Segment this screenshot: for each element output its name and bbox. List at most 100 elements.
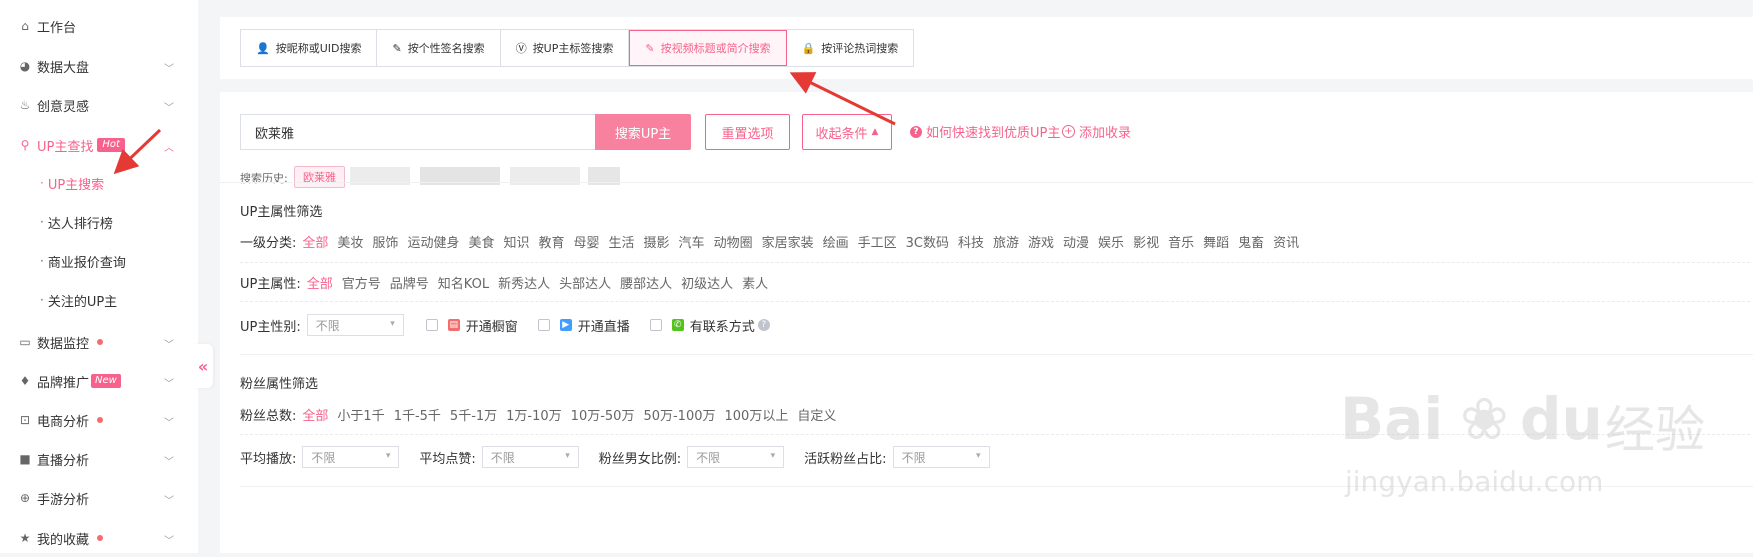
fans-total-option[interactable]: 5千-1万: [450, 405, 497, 424]
category-option[interactable]: 全部: [302, 232, 328, 251]
divider: [220, 182, 1753, 183]
attr-options: 全部 官方号 品牌号 知名KOL 新秀达人 头部达人 腰部达人 初级达人 素人: [307, 273, 777, 292]
category-option[interactable]: 3C数码: [906, 232, 949, 251]
category-option[interactable]: 手工区: [858, 232, 897, 251]
gender-ratio-select[interactable]: 不限 ▾: [687, 446, 785, 468]
fans-total-option[interactable]: 小于1千: [337, 405, 384, 424]
search-mode-card: 👤 按昵称或UID搜索 ✎ 按个性签名搜索 Ⓥ 按UP主标签搜索 ✎ 按视频标题…: [220, 17, 1753, 79]
live-checkbox[interactable]: [537, 319, 550, 331]
category-option[interactable]: 绘画: [823, 232, 849, 251]
attr-option[interactable]: 头部达人: [559, 273, 611, 292]
tv-icon: ▶: [559, 319, 572, 331]
category-option[interactable]: 娱乐: [1098, 232, 1124, 251]
showcase-checkbox[interactable]: [425, 319, 438, 331]
fans-total-option[interactable]: 全部: [302, 405, 328, 424]
active-ratio-select[interactable]: 不限 ▾: [892, 446, 990, 468]
fans-total-option[interactable]: 自定义: [797, 405, 836, 424]
fans-total-option[interactable]: 50万-100万: [643, 405, 715, 424]
category-option[interactable]: 教育: [538, 232, 564, 251]
category-option[interactable]: 运动健身: [407, 232, 459, 251]
category-option[interactable]: 旅游: [993, 232, 1019, 251]
sidebar-collapse-button[interactable]: «: [193, 344, 213, 388]
tab-comment-keywords[interactable]: 🔒 按评论热词搜索: [787, 30, 914, 66]
attr-option[interactable]: 知名KOL: [438, 273, 489, 292]
gender-row: UP主性别: 不限 ▾ ▤ 开通橱窗 ▶ 开通直播 ✆ 有联系方式 ?: [240, 314, 770, 336]
category-option[interactable]: 动漫: [1063, 232, 1089, 251]
attr-option[interactable]: 新秀达人: [498, 273, 550, 292]
sidebar-item-brand[interactable]: ♦ 品牌推广 New ﹀: [0, 362, 198, 400]
help-icon[interactable]: ?: [757, 319, 770, 331]
sidebar-item-up-finder[interactable]: ⚲ UP主查找 Hot ︿: [0, 126, 198, 164]
attr-option[interactable]: 腰部达人: [620, 273, 672, 292]
sidebar-item-live[interactable]: ■ 直播分析 ﹀: [0, 440, 198, 478]
category-option[interactable]: 生活: [609, 232, 635, 251]
sidebar-subitem-followed[interactable]: · 关注的UP主: [0, 281, 198, 319]
fans-total-options: 全部 小于1千 1千-5千 5千-1万 1万-10万 10万-50万 50万-100万 100…: [302, 405, 845, 424]
gender-ratio-label: 粉丝男女比例:: [598, 451, 682, 467]
sidebar-item-mobile-games[interactable]: ⊕ 手游分析 ﹀: [0, 479, 198, 517]
fans-total-option[interactable]: 1千-5千: [394, 405, 441, 424]
category-option[interactable]: 摄影: [644, 232, 670, 251]
category-option[interactable]: 知识: [503, 232, 529, 251]
tab-nickname-uid[interactable]: 👤 按昵称或UID搜索: [241, 30, 378, 66]
search-input[interactable]: 欧莱雅: [240, 114, 595, 150]
sidebar-item-ecommerce[interactable]: ⊡ 电商分析 ﹀: [0, 401, 198, 439]
chevron-down-icon: ﹀: [164, 340, 174, 351]
gender-select-value: 不限: [315, 318, 340, 333]
active-ratio-label: 活跃粉丝占比:: [804, 451, 887, 467]
sidebar-item-inspiration[interactable]: ♨ 创意灵感 ﹀: [0, 86, 198, 124]
attr-option[interactable]: 官方号: [342, 273, 381, 292]
tab-signature[interactable]: ✎ 按个性签名搜索: [377, 30, 501, 66]
star-icon: ★: [19, 531, 31, 545]
search-history-chip[interactable]: 欧莱雅: [294, 166, 345, 188]
sidebar-subitem-ranking[interactable]: · 达人排行榜: [0, 203, 198, 241]
category-option[interactable]: 影视: [1133, 232, 1159, 251]
category-option[interactable]: 母婴: [574, 232, 600, 251]
attr-option[interactable]: 品牌号: [390, 273, 429, 292]
fans-total-option[interactable]: 1万-10万: [506, 405, 562, 424]
sidebar-item-monitor[interactable]: ▭ 数据监控 ﹀: [0, 323, 198, 361]
help-link[interactable]: ? 如何快速找到优质UP主: [910, 122, 1060, 141]
sidebar-item-favorites[interactable]: ★ 我的收藏 ﹀: [0, 519, 198, 557]
search-up-button[interactable]: 搜索UP主: [595, 114, 691, 150]
add-favorite-link[interactable]: + 添加收录: [1062, 122, 1131, 141]
category-option[interactable]: 舞蹈: [1203, 232, 1229, 251]
category-option[interactable]: 美食: [468, 232, 494, 251]
attr-option[interactable]: 初级达人: [681, 273, 733, 292]
collapse-filters-button[interactable]: 收起条件 ▲: [802, 114, 892, 150]
category-option[interactable]: 音乐: [1168, 232, 1194, 251]
category-option[interactable]: 家居家装: [762, 232, 814, 251]
sidebar-subitem-pricing[interactable]: · 商业报价查询: [0, 242, 198, 280]
sidebar-subitem-up-search[interactable]: · UP主搜索: [0, 164, 198, 202]
category-option[interactable]: 鬼畜: [1238, 232, 1264, 251]
attr-option[interactable]: 素人: [742, 273, 768, 292]
gender-select[interactable]: 不限 ▾: [306, 314, 404, 336]
select-value: 不限: [901, 450, 926, 465]
chart-icon: ⊡: [19, 413, 31, 427]
avg-like-select[interactable]: 不限 ▾: [481, 446, 579, 468]
category-option[interactable]: 资讯: [1273, 232, 1299, 251]
avg-play-select[interactable]: 不限 ▾: [302, 446, 400, 468]
reset-button[interactable]: 重置选项: [705, 114, 790, 150]
category-row: 一级分类: 全部 美妆 服饰 运动健身 美食 知识 教育 母婴 生活 摄影 汽车 动物圈 家居家装 绘画手…: [240, 232, 1308, 251]
tab-video-title[interactable]: ✎ 按视频标题或简介搜索: [629, 30, 787, 66]
category-option[interactable]: 服饰: [372, 232, 398, 251]
category-option[interactable]: 美妆: [337, 232, 363, 251]
divider: [240, 486, 1753, 487]
category-option[interactable]: 游戏: [1028, 232, 1054, 251]
sidebar-item-workbench[interactable]: ⌂ 工作台: [0, 7, 198, 45]
sidebar-item-label: 数据大盘: [37, 60, 90, 76]
fans-total-option[interactable]: 100万以上: [725, 405, 789, 424]
sidebar-item-label: 数据监控: [37, 336, 90, 352]
contact-checkbox[interactable]: [649, 319, 662, 331]
category-option[interactable]: 科技: [958, 232, 984, 251]
tab-up-tags[interactable]: Ⓥ 按UP主标签搜索: [501, 30, 630, 66]
attr-option[interactable]: 全部: [307, 273, 333, 292]
sidebar-item-label: 手游分析: [37, 492, 90, 508]
category-option[interactable]: 动物圈: [714, 232, 753, 251]
category-option[interactable]: 汽车: [679, 232, 705, 251]
gender-label: UP主性别:: [240, 319, 301, 335]
fans-total-option[interactable]: 10万-50万: [571, 405, 635, 424]
sidebar-item-dashboard[interactable]: ◕ 数据大盘 ﹀: [0, 47, 198, 85]
chevron-down-icon: ﹀: [164, 536, 174, 547]
